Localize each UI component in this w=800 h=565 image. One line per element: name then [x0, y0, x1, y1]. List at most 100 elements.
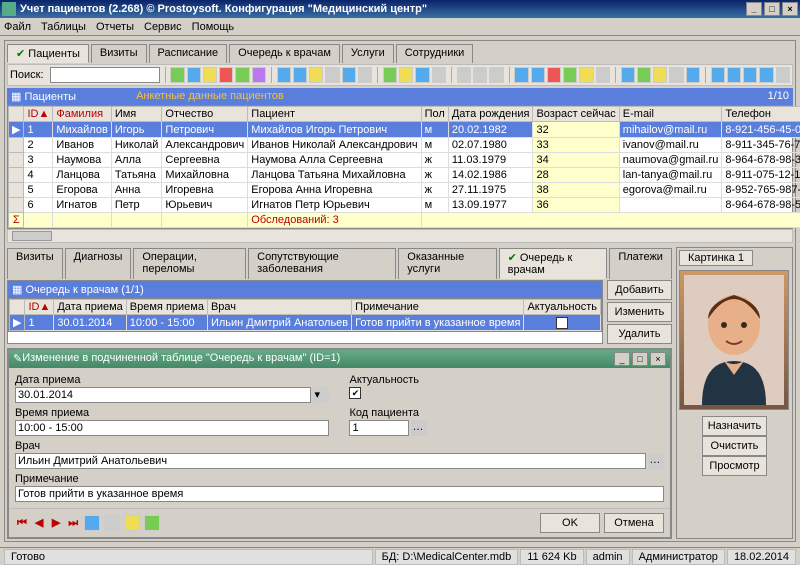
dialog-min-button[interactable]: _	[614, 352, 630, 366]
table-row[interactable]: 3НаумоваАллаСергеевнаНаумова Алла Сергее…	[9, 153, 800, 168]
toolbar-icon[interactable]	[415, 67, 429, 83]
subtab-queue[interactable]: Очередь к врачам	[499, 248, 608, 279]
edit-button[interactable]: Изменить	[607, 302, 672, 322]
subtab-payments[interactable]: Платежи	[609, 248, 672, 279]
tab-patients[interactable]: Пациенты	[7, 44, 89, 63]
toolbar-icon[interactable]	[776, 67, 790, 83]
toolbar-icon[interactable]	[547, 67, 561, 83]
toolbar-icon[interactable]	[170, 67, 184, 83]
delete-button[interactable]: Удалить	[607, 324, 672, 344]
tab-services[interactable]: Услуги	[342, 44, 394, 63]
menu-tables[interactable]: Таблицы	[41, 21, 86, 33]
toolbar-icon[interactable]	[563, 67, 577, 83]
table-row[interactable]: ▶1МихайловИгорьПетровичМихайлов Игорь Пе…	[9, 122, 800, 138]
cancel-button[interactable]: Отмена	[604, 513, 664, 533]
dialog-tool-icon[interactable]	[84, 515, 100, 531]
dialog-tool-icon[interactable]	[104, 515, 120, 531]
subtab-operations[interactable]: Операции, переломы	[133, 248, 246, 279]
toolbar-icon[interactable]	[596, 67, 610, 83]
subtab-services[interactable]: Оказанные услуги	[398, 248, 496, 279]
menu-reports[interactable]: Отчеты	[96, 21, 134, 33]
subtab-visits[interactable]: Визиты	[7, 248, 63, 279]
toolbar-icon[interactable]	[579, 67, 593, 83]
pic-tab[interactable]: Картинка 1	[679, 250, 753, 266]
patients-hscroll[interactable]	[7, 229, 793, 243]
toolbar-icon[interactable]	[531, 67, 545, 83]
nav-first-icon[interactable]: ⏮	[15, 517, 29, 530]
patients-subtitle: Анкетные данные пациентов	[136, 90, 284, 103]
toolbar-icon[interactable]	[325, 67, 339, 83]
code-lookup-icon[interactable]: …	[411, 420, 427, 436]
add-button[interactable]: Добавить	[607, 280, 672, 300]
menu-file[interactable]: Файл	[4, 21, 31, 33]
toolbar-icon[interactable]	[235, 67, 249, 83]
nav-last-icon[interactable]	[759, 67, 773, 83]
nav-next-icon[interactable]	[743, 67, 757, 83]
pencil-icon: ✎	[13, 352, 22, 366]
toolbar-icon[interactable]	[383, 67, 397, 83]
subtab-comorbid[interactable]: Сопутствующие заболевания	[248, 248, 396, 279]
tab-visits[interactable]: Визиты	[91, 44, 147, 63]
nav-last-icon[interactable]: ⏭	[66, 517, 80, 530]
dialog-max-button[interactable]: □	[632, 352, 648, 366]
table-row[interactable]: 2ИвановНиколайАлександровичИванов Никола…	[9, 138, 800, 153]
toolbar-icon[interactable]	[686, 67, 700, 83]
toolbar-icon[interactable]	[399, 67, 413, 83]
tab-staff[interactable]: Сотрудники	[396, 44, 474, 63]
nav-prev-icon[interactable]	[727, 67, 741, 83]
date-picker-icon[interactable]: ▾	[313, 387, 329, 403]
dialog-titlebar[interactable]: ✎ Изменение в подчиненной таблице "Очере…	[9, 350, 670, 368]
toolbar-icon[interactable]	[277, 67, 291, 83]
table-row[interactable]: 5ЕгороваАннаИгоревнаЕгорова Анна Игоревн…	[9, 183, 800, 198]
dialog-tool-icon[interactable]	[124, 515, 140, 531]
patients-header: ▦ Пациенты Анкетные данные пациентов 1/1…	[7, 88, 793, 105]
search-label: Поиск:	[10, 69, 44, 81]
note-field[interactable]	[15, 486, 664, 502]
table-row[interactable]: 6ИгнатовПетрЮрьевичИгнатов Петр Юрьевичм…	[9, 198, 800, 213]
toolbar-icon[interactable]	[342, 67, 356, 83]
toolbar-icon[interactable]	[489, 67, 503, 83]
toolbar-icon[interactable]	[669, 67, 683, 83]
toolbar-icon[interactable]	[203, 67, 217, 83]
tab-schedule[interactable]: Расписание	[149, 44, 228, 63]
date-field[interactable]	[15, 387, 311, 403]
minimize-button[interactable]: _	[746, 2, 762, 16]
search-input[interactable]	[50, 67, 160, 83]
toolbar-icon[interactable]	[514, 67, 528, 83]
toolbar-icon[interactable]	[219, 67, 233, 83]
toolbar-icon[interactable]	[293, 67, 307, 83]
toolbar-icon[interactable]	[252, 67, 266, 83]
toolbar-icon[interactable]	[457, 67, 471, 83]
view-button[interactable]: Просмотр	[702, 456, 767, 476]
dialog-tool-icon[interactable]	[144, 515, 160, 531]
toolbar-icon[interactable]	[621, 67, 635, 83]
menu-help[interactable]: Помощь	[192, 21, 235, 33]
doctor-lookup-icon[interactable]: …	[648, 453, 664, 469]
code-field[interactable]	[349, 420, 409, 436]
queue-row[interactable]: ▶ 1 30.01.2014 10:00 - 15:00 Ильин Дмитр…	[10, 315, 601, 331]
table-row[interactable]: 4ЛанцоваТатьянаМихайловнаЛанцова Татьяна…	[9, 168, 800, 183]
doctor-field[interactable]	[15, 453, 646, 469]
tab-queue[interactable]: Очередь к врачам	[229, 44, 340, 63]
toolbar-icon[interactable]	[637, 67, 651, 83]
nav-prev-icon[interactable]: ◀	[32, 516, 46, 529]
menu-service[interactable]: Сервис	[144, 21, 182, 33]
ok-button[interactable]: OK	[540, 513, 600, 533]
toolbar-icon[interactable]	[187, 67, 201, 83]
assign-button[interactable]: Назначить	[702, 416, 767, 436]
toolbar-icon[interactable]	[309, 67, 323, 83]
nav-first-icon[interactable]	[711, 67, 725, 83]
dialog-close-button[interactable]: ×	[650, 352, 666, 366]
clear-button[interactable]: Очистить	[702, 436, 767, 456]
toolbar-icon[interactable]	[432, 67, 446, 83]
note-label: Примечание	[15, 473, 664, 485]
toolbar-icon[interactable]	[473, 67, 487, 83]
close-button[interactable]: ×	[782, 2, 798, 16]
toolbar-icon[interactable]	[358, 67, 372, 83]
subtab-diagnoses[interactable]: Диагнозы	[65, 248, 132, 279]
toolbar-icon[interactable]	[653, 67, 667, 83]
time-field[interactable]	[15, 420, 329, 436]
maximize-button[interactable]: □	[764, 2, 780, 16]
nav-next-icon[interactable]: ▶	[49, 516, 63, 529]
actual-checkbox[interactable]: ✔	[349, 387, 361, 399]
